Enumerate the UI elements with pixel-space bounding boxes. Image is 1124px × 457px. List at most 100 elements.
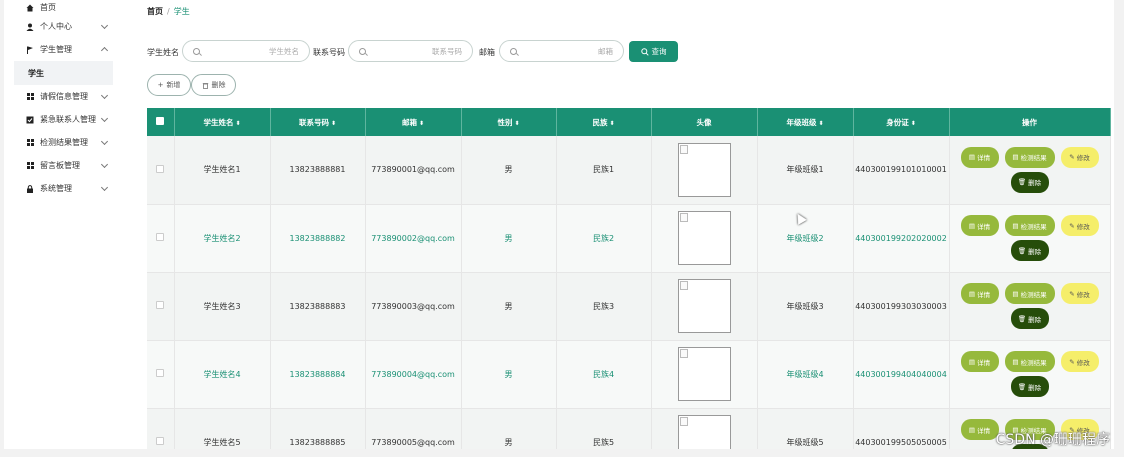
avatar-broken-image [677,347,731,401]
cell-avatar [651,136,758,205]
chevron-up-icon [100,46,109,55]
cell-class: 年级班级3 [757,272,854,341]
page-scrollbar[interactable] [1114,0,1124,457]
select-all-cell[interactable] [147,108,175,136]
detail-icon: ▤ [1012,153,1019,162]
trash-icon: 🗑 [1017,382,1027,391]
edit-icon: ✎ [1069,357,1075,366]
detail-button[interactable]: ▤ 详情 [960,146,999,168]
lock-icon [26,184,34,193]
row-select-cell[interactable] [147,408,175,449]
cell-gender: 男 [461,340,557,409]
input-placeholder: 邮箱 [598,46,613,56]
sidebar-subitem-student[interactable]: 学生 [14,61,113,85]
row-select-cell[interactable] [147,340,175,409]
cell-id-card: 440300199101010001 [853,136,950,205]
detail-icon: ▤ [968,357,976,366]
check-square-icon [26,116,34,124]
breadcrumb-home[interactable]: 首页 [147,7,163,16]
sidebar-item-students[interactable]: 学生管理 [14,38,113,61]
cell-gender: 男 [461,136,557,205]
row-checkbox[interactable] [156,369,165,377]
grid-icon [26,162,34,170]
sidebar-item-label: 学生 [28,68,44,78]
delete-button[interactable]: 🗑删除 [1010,240,1049,261]
search-button-label: 查询 [651,47,667,56]
search-button[interactable]: 查询 [629,41,678,62]
row-checkbox[interactable] [156,437,165,445]
sidebar: 首页 个人中心 学生管理 学生 请假信息管理 紧急联系人管理 检测结果管理 留言… [14,0,113,205]
cell-ethnicity: 民族5 [556,408,652,449]
table-row: 学生姓名3 13823888883 773890003@qq.com 男民族3 年级班级… [147,272,1111,341]
search-icon [359,47,366,55]
cell-phone: 13823888884 [270,340,366,409]
column-header-class[interactable]: 年级班级 ⬍ [757,108,854,136]
input-placeholder: 学生姓名 [269,46,299,56]
row-select-cell[interactable] [147,272,175,341]
column-header-ethnicity[interactable]: 民族 ⬍ [556,108,652,136]
sidebar-item-label: 首页 [40,3,56,12]
edit-button[interactable]: ✎ 修改 [1060,283,1099,304]
sidebar-item-label: 系统管理 [40,184,72,193]
main-panel: 首页 个人中心 学生管理 学生 请假信息管理 紧急联系人管理 检测结果管理 留言… [4,0,1114,449]
sidebar-item-results[interactable]: 检测结果管理 [14,131,113,154]
detail-button[interactable]: ▤ 详情 [960,283,999,304]
cell-email: 773890002@qq.com [365,204,462,273]
detail-icon: ▤ [1012,357,1019,366]
edit-button[interactable]: ✎ 修改 [1060,146,1099,168]
sidebar-item-messages[interactable]: 留言板管理 [14,154,113,177]
edit-button[interactable]: ✎ 修改 [1060,351,1099,372]
delete-button[interactable]: 🗑删除 [1010,171,1049,193]
search-icon [193,47,200,55]
sidebar-item-emergency[interactable]: 紧急联系人管理 [14,108,113,131]
sort-icon: ⬍ [235,119,241,127]
column-header-email[interactable]: 邮箱 ⬍ [365,108,462,136]
detail-button[interactable]: ▤ 详情 [960,419,999,440]
column-header-name[interactable]: 学生姓名 ⬍ [174,108,271,136]
sidebar-item-system[interactable]: 系统管理 [14,177,113,200]
detail-button[interactable]: ▤ 详情 [960,351,999,372]
chevron-down-icon [100,160,109,169]
check-result-button[interactable]: ▤ 检测结果 [1004,283,1055,304]
edit-icon: ✎ [1069,153,1075,162]
chevron-down-icon [100,21,109,30]
delete-button[interactable]: 🗑删除 [1010,376,1049,397]
sidebar-item-leave[interactable]: 请假信息管理 [14,85,113,108]
sidebar-item-label: 个人中心 [40,22,72,31]
row-checkbox[interactable] [156,233,165,241]
cell-ethnicity: 民族1 [556,136,652,205]
chevron-down-icon [100,183,109,192]
cell-gender: 男 [461,204,557,273]
delete-button[interactable]: 🗑删除 [1010,308,1049,329]
cell-name: 学生姓名2 [174,204,271,273]
select-all-checkbox[interactable] [156,117,165,125]
row-checkbox[interactable] [156,301,165,309]
row-select-cell[interactable] [147,136,175,205]
trash-icon: 🗑 [1017,314,1027,323]
name-search-input[interactable]: 学生姓名 [182,40,310,62]
row-checkbox[interactable] [156,164,165,173]
check-result-button[interactable]: ▤ 检测结果 [1004,351,1055,372]
cell-class: 年级班级4 [757,340,854,409]
cell-ethnicity: 民族3 [556,272,652,341]
batch-delete-button[interactable]: 删除 [191,74,236,96]
sidebar-item-profile[interactable]: 个人中心 [14,15,113,38]
column-header-gender[interactable]: 性别 ⬍ [461,108,557,136]
plus-icon: + [157,81,164,89]
row-select-cell[interactable] [147,204,175,273]
column-header-id-card[interactable]: 身份证 ⬍ [853,108,950,136]
edit-button[interactable]: ✎ 修改 [1060,215,1099,236]
detail-button[interactable]: ▤ 详情 [960,215,999,236]
column-header-phone[interactable]: 联系号码 ⬍ [270,108,366,136]
email-search-input[interactable]: 邮箱 [499,40,624,62]
add-button[interactable]: + 新增 [147,74,191,96]
sidebar-item-home[interactable]: 首页 [14,0,113,15]
cell-actions: ▤详情▤检测结果✎修改 🗑删除 [949,272,1111,341]
check-result-button[interactable]: ▤ 检测结果 [1004,146,1055,168]
check-result-button[interactable]: ▤ 检测结果 [1004,215,1055,236]
cell-name: 学生姓名3 [174,272,271,341]
phone-search-input[interactable]: 联系号码 [348,40,473,62]
cell-class: 年级班级5 [757,408,854,449]
trash-icon [202,82,208,89]
detail-icon: ▤ [968,425,976,434]
